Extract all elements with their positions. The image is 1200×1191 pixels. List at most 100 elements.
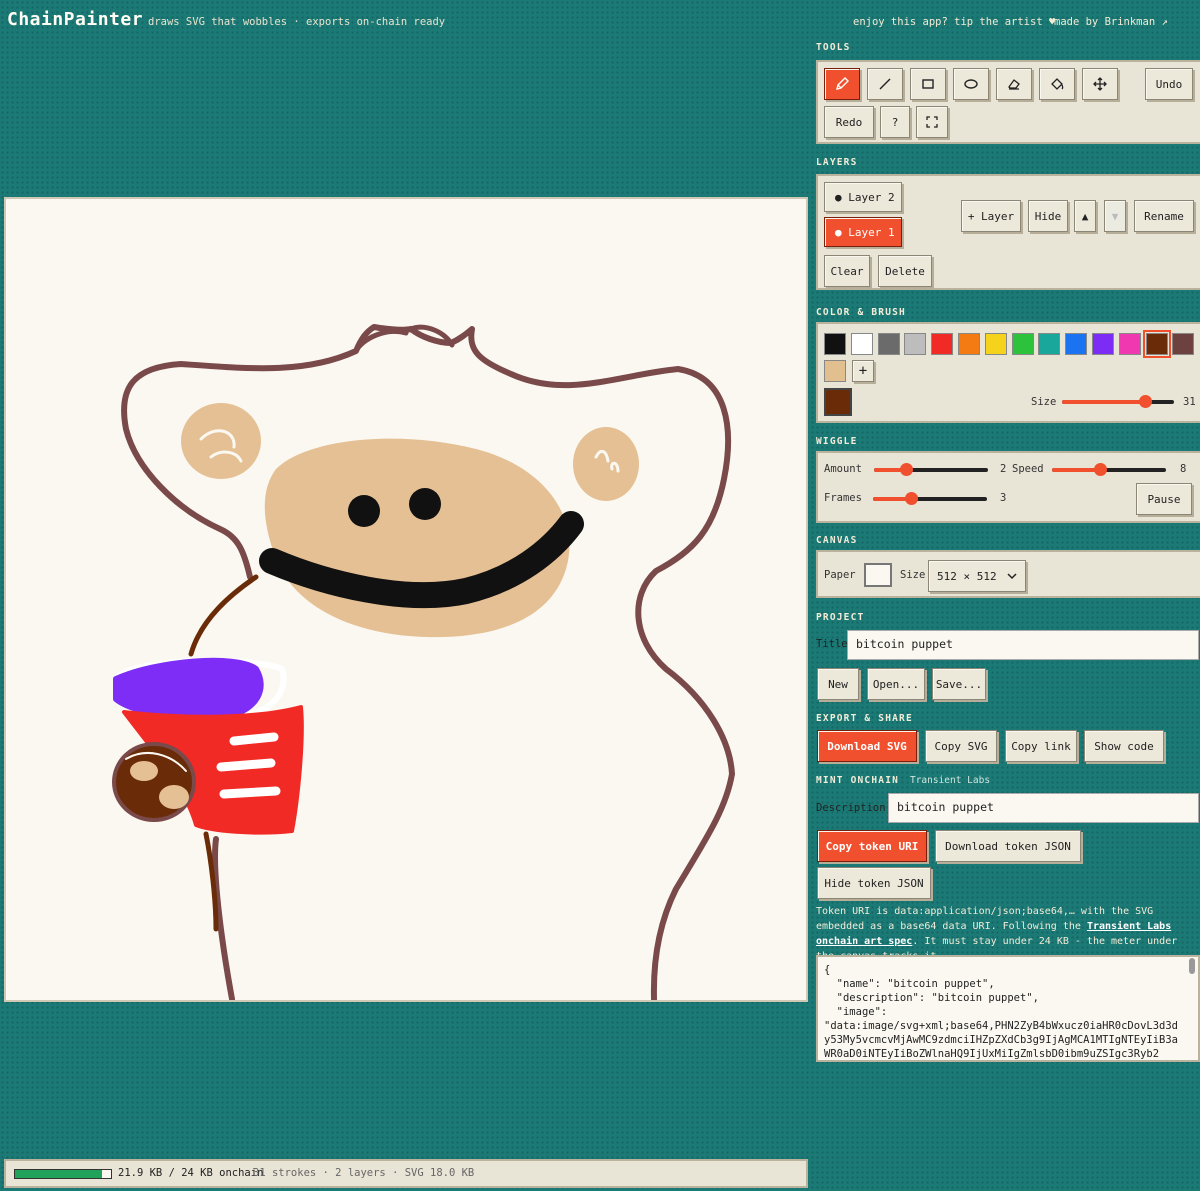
wiggle-frames-slider[interactable] bbox=[873, 492, 987, 505]
pencil-icon bbox=[836, 77, 849, 90]
title-label: Title bbox=[816, 638, 848, 650]
color-swatch[interactable] bbox=[850, 333, 873, 355]
onchain-size-text: 21.9 KB / 24 KB onchain bbox=[118, 1167, 264, 1179]
color-swatch[interactable] bbox=[824, 360, 846, 382]
color-swatch[interactable] bbox=[984, 333, 1007, 355]
frames-value: 3 bbox=[1000, 492, 1007, 504]
color-swatch[interactable] bbox=[877, 333, 900, 355]
hide-layer-button[interactable]: Hide bbox=[1028, 200, 1068, 232]
stroke-layer-info: 31 strokes · 2 layers · SVG 18.0 KB bbox=[253, 1167, 475, 1179]
section-title-color-brush: COLOR & BRUSH bbox=[816, 307, 906, 318]
copy-svg-button[interactable]: Copy SVG bbox=[925, 730, 997, 762]
paper-color-picker[interactable] bbox=[864, 563, 892, 587]
slider-knob[interactable] bbox=[1138, 395, 1152, 408]
color-swatch[interactable] bbox=[1065, 333, 1088, 355]
description-input[interactable]: bitcoin puppet bbox=[888, 793, 1199, 823]
copy-token-uri-button[interactable]: Copy token URI bbox=[817, 830, 927, 862]
section-title-layers: LAYERS bbox=[816, 157, 858, 168]
open-project-button[interactable]: Open... bbox=[867, 668, 925, 700]
download-svg-button[interactable]: Download SVG bbox=[817, 730, 917, 762]
scrollbar-thumb[interactable] bbox=[1189, 958, 1195, 974]
pencil-tool-button[interactable] bbox=[824, 68, 860, 100]
slider-knob[interactable] bbox=[904, 492, 918, 505]
drawing-canvas[interactable] bbox=[4, 197, 808, 1002]
arm-stick bbox=[188, 574, 259, 657]
color-swatch[interactable] bbox=[1172, 333, 1195, 355]
brush-size-slider[interactable] bbox=[1062, 395, 1174, 408]
left-ear bbox=[181, 403, 261, 479]
color-swatch[interactable] bbox=[824, 333, 846, 355]
right-ear bbox=[573, 427, 639, 501]
rectangle-tool-button[interactable] bbox=[910, 68, 946, 100]
canvas-size-select[interactable]: 512 × 512 bbox=[928, 560, 1026, 592]
layer-item-active[interactable]: ● Layer 1 bbox=[824, 217, 902, 247]
line-tool-button[interactable] bbox=[867, 68, 903, 100]
help-button[interactable]: ? bbox=[880, 106, 910, 138]
layer-dot-icon: ● bbox=[835, 225, 849, 239]
delete-layer-button[interactable]: Delete bbox=[878, 255, 932, 287]
layer-item-label: Layer 2 bbox=[848, 190, 895, 204]
mint-subtitle: Transient Labs bbox=[909, 775, 991, 786]
amount-label: Amount bbox=[824, 463, 862, 475]
speed-label: Speed bbox=[1012, 463, 1044, 475]
eraser-tool-button[interactable] bbox=[996, 68, 1032, 100]
current-color-swatch[interactable] bbox=[824, 388, 852, 416]
rename-layer-button[interactable]: Rename bbox=[1134, 200, 1194, 232]
section-title-wiggle: WIGGLE bbox=[816, 436, 858, 447]
made-by-link[interactable]: made by Brinkman ↗ bbox=[1054, 16, 1168, 28]
download-token-json-button[interactable]: Download token JSON bbox=[935, 830, 1081, 862]
hide-token-json-button[interactable]: Hide token JSON bbox=[817, 867, 931, 899]
right-eye bbox=[409, 488, 441, 520]
canvas-size-label: Size bbox=[900, 569, 926, 581]
move-tool-button[interactable] bbox=[1082, 68, 1118, 100]
brush-size-value: 31 bbox=[1183, 396, 1196, 408]
token-json-scrollbar[interactable] bbox=[1188, 958, 1196, 1058]
color-swatch[interactable] bbox=[1142, 330, 1171, 358]
color-swatch[interactable] bbox=[1038, 333, 1061, 355]
slider-knob[interactable] bbox=[1093, 463, 1107, 476]
pause-button[interactable]: Pause bbox=[1136, 483, 1192, 515]
fullscreen-button[interactable] bbox=[916, 106, 948, 138]
wiggle-speed-slider[interactable] bbox=[1052, 463, 1166, 476]
title-input[interactable]: bitcoin puppet bbox=[847, 630, 1199, 660]
token-json-textarea[interactable]: { "name": "bitcoin puppet", "description… bbox=[816, 955, 1200, 1062]
tip-artist-link[interactable]: enjoy this app? tip the artist ♥ bbox=[853, 16, 1055, 28]
brush-size-label: Size bbox=[1031, 396, 1057, 408]
ellipse-icon bbox=[964, 79, 978, 89]
redo-button[interactable]: Redo bbox=[824, 106, 874, 138]
layer-dot-icon: ● bbox=[835, 190, 849, 204]
wiggle-panel: Amount 2 Speed 8 Frames 3 Pause bbox=[816, 451, 1200, 523]
color-swatch[interactable] bbox=[904, 333, 927, 355]
layer-item[interactable]: ● Layer 2 bbox=[824, 182, 902, 212]
color-swatch[interactable] bbox=[1011, 333, 1034, 355]
app-tagline: draws SVG that wobbles · exports on-chai… bbox=[148, 16, 446, 28]
copy-link-button[interactable]: Copy link bbox=[1005, 730, 1077, 762]
wiggle-amount-slider[interactable] bbox=[874, 463, 988, 476]
slider-fill bbox=[1062, 400, 1145, 404]
amount-value: 2 bbox=[1000, 463, 1007, 475]
section-title-export-share: EXPORT & SHARE bbox=[816, 713, 913, 724]
color-swatch[interactable] bbox=[958, 333, 980, 355]
slider-knob[interactable] bbox=[899, 463, 913, 476]
tools-panel: Undo Redo ? bbox=[816, 60, 1200, 144]
clear-layer-button[interactable]: Clear bbox=[824, 255, 870, 287]
add-layer-button[interactable]: + Layer bbox=[961, 200, 1021, 232]
ellipse-tool-button[interactable] bbox=[953, 68, 989, 100]
color-swatch[interactable] bbox=[1092, 333, 1114, 355]
move-layer-down-button[interactable]: ▼ bbox=[1104, 200, 1126, 232]
save-project-button[interactable]: Save... bbox=[932, 668, 986, 700]
fill-tool-button[interactable] bbox=[1039, 68, 1075, 100]
info-text-1: Token URI is bbox=[816, 906, 895, 917]
new-project-button[interactable]: New bbox=[817, 668, 859, 700]
app-title: ChainPainter bbox=[7, 9, 144, 30]
move-layer-up-button[interactable]: ▲ bbox=[1074, 200, 1096, 232]
color-swatch[interactable] bbox=[1118, 333, 1141, 355]
speed-value: 8 bbox=[1180, 463, 1187, 475]
meter-fill bbox=[15, 1170, 103, 1178]
add-color-button[interactable]: + bbox=[852, 360, 874, 382]
show-code-button[interactable]: Show code bbox=[1084, 730, 1164, 762]
line-icon bbox=[879, 78, 891, 90]
color-swatch[interactable] bbox=[931, 333, 954, 355]
color-brush-panel: + Size 31 bbox=[816, 322, 1200, 423]
undo-button[interactable]: Undo bbox=[1145, 68, 1193, 100]
